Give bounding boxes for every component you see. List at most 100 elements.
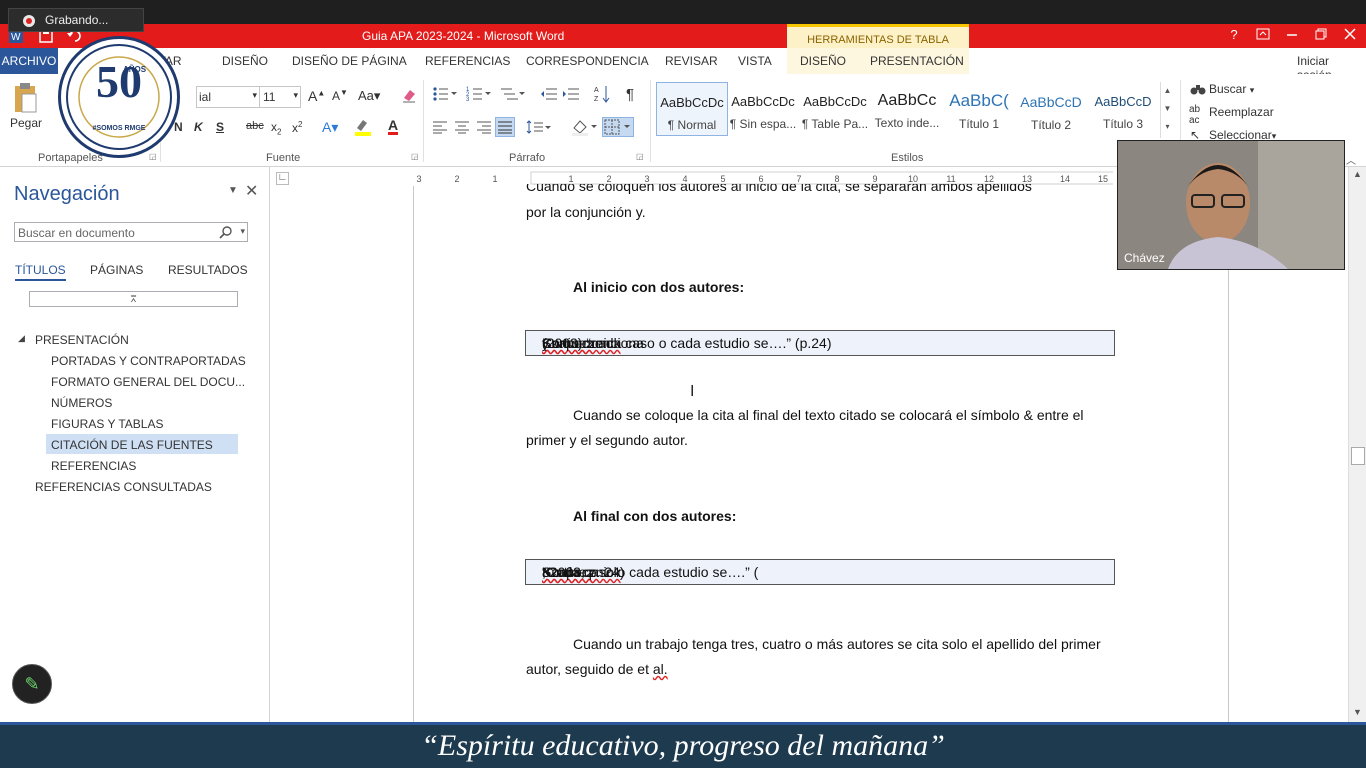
svg-text:A: A [594,87,599,94]
change-case-icon[interactable]: Aa▾ [358,88,380,104]
show-marks-icon[interactable]: ¶ [626,86,634,103]
justify-icon[interactable] [495,117,515,137]
scroll-up-icon[interactable]: ▲ [1353,169,1362,179]
nav-heading-citacion[interactable]: CITACIÓN DE LAS FUENTES [51,438,213,452]
nav-heading-figuras[interactable]: FIGURAS Y TABLAS [51,417,164,431]
tab-ctx-presentacion[interactable]: PRESENTACIÓN [870,54,964,68]
tab-paginas[interactable]: PÁGINAS [90,263,143,277]
superscript-icon[interactable]: x2 [292,120,302,135]
collapse-up-icon: ⩞ [130,294,137,304]
style-titulo-3[interactable]: AaBbCcD Título 3 [1088,82,1158,134]
title-bar: W Guia APA 2023-2024 - Microsoft Word ? [0,24,1366,48]
paste-icon[interactable] [12,82,38,117]
expand-triangle-icon[interactable]: ◢ [18,333,25,344]
participant-video[interactable]: Chávez [1117,140,1345,270]
tab-diseno[interactable]: DISEÑO [222,54,268,68]
style-texto-independiente[interactable]: AaBbCc Texto inde... [872,82,942,134]
nav-search-input[interactable]: Buscar en documento ▾ [14,222,248,242]
style-table-paragraph[interactable]: AaBbCcDc ¶ Table Pa... [800,82,870,134]
tab-selector-icon[interactable]: ∟ [276,172,289,185]
search-icon[interactable] [219,225,233,242]
tab-titulos[interactable]: TÍTULOS [15,263,66,281]
collapse-all-bar[interactable]: ⩞ [29,291,238,307]
decrease-indent-icon[interactable] [540,86,558,105]
tab-resultados[interactable]: RESULTADOS [168,263,248,277]
align-right-icon[interactable] [476,120,492,137]
restore-icon[interactable] [1308,27,1334,44]
tab-revisar[interactable]: REVISAR [665,54,718,68]
dialog-launcher-icon[interactable]: ◲ [636,152,644,161]
nav-heading-referencias[interactable]: REFERENCIAS [51,459,136,473]
motto-banner: “Espíritu educativo, progreso del mañana… [0,722,1366,768]
nav-close-icon[interactable]: ✕ [245,181,258,201]
vertical-scrollbar[interactable]: ▲ ▼ [1348,167,1366,722]
find-button[interactable]: Buscar ▾ [1209,82,1254,96]
underline-icon[interactable]: S [216,120,224,134]
navigation-pane: Navegación ▼ ✕ Buscar en documento ▾ TÍT… [0,167,270,722]
style-titulo-2[interactable]: AaBbCcD Título 2 [1016,82,1086,134]
shading-icon[interactable] [570,118,598,139]
strikethrough-icon[interactable]: abc [246,120,264,132]
align-center-icon[interactable] [454,120,470,137]
style-sin-espaciado[interactable]: AaBbCcDc ¶ Sin espa... [728,82,798,134]
increase-indent-icon[interactable] [562,86,580,105]
replace-button[interactable]: Reemplazar [1209,105,1274,119]
numbering-icon[interactable]: 123 [466,86,492,105]
minimize-icon[interactable] [1279,27,1305,44]
scroll-thumb[interactable] [1351,447,1365,465]
style-titulo-1[interactable]: AaBbC(Título 1 [944,82,1014,134]
citation-box-inicio[interactable]: Como menciona Kurtinez y Szapocznick (20… [525,330,1115,356]
chevron-down-icon: ▾ [252,90,257,100]
chevron-down-icon: ▾ [293,90,298,100]
font-color-icon[interactable]: A [388,118,399,135]
italic-icon[interactable]: K [194,120,203,134]
ruler-tick-label: 15 [1098,174,1108,184]
style-normal[interactable]: AaBbCcDc ¶ Normal [656,82,728,136]
tab-vista[interactable]: VISTA [738,54,772,68]
tab-archivo[interactable]: ARCHIVO [0,48,58,74]
tab-diseno-pagina[interactable]: DISEÑO DE PÁGINA [292,54,407,68]
collapse-ribbon-icon[interactable]: ︿ [1346,152,1356,167]
tab-referencias[interactable]: REFERENCIAS [425,54,510,68]
ribbon-display-icon[interactable] [1250,27,1276,44]
subscript-icon[interactable]: x2 [271,120,281,136]
clear-format-icon[interactable] [400,86,418,107]
ruler-tick-label: 9 [872,174,877,184]
nav-heading-presentacion[interactable]: PRESENTACIÓN [35,333,129,347]
line-spacing-icon[interactable] [526,120,552,137]
font-name-box[interactable]: ial ▾ [196,86,260,108]
horizontal-ruler[interactable]: 3 2 1 1 2 3 4 5 6 7 8 9 10 11 12 13 14 15 [413,170,1122,186]
spell-error[interactable]: al. [653,661,668,677]
font-size-box[interactable]: 11 ▾ [259,86,301,108]
tab-ctx-diseno[interactable]: DISEÑO [800,54,846,68]
ruler-tick-label: 7 [796,174,801,184]
shrink-font-icon[interactable]: A▼ [332,88,348,103]
citation-box-final[interactable]: “Cada caso o cada estudio se….” (Kurtine… [525,559,1115,585]
nav-options-icon[interactable]: ▼ [228,185,238,196]
sort-icon[interactable]: AZ [594,84,612,107]
close-icon[interactable] [1337,27,1363,44]
chevron-down-icon[interactable]: ▾ [240,226,245,237]
grow-font-icon[interactable]: A▲ [308,88,325,104]
borders-icon[interactable] [602,117,634,137]
help-button[interactable]: ? [1221,27,1247,42]
bullets-icon[interactable] [432,86,458,105]
pen-tool-button[interactable]: ✎ [12,664,52,704]
align-left-icon[interactable] [432,120,448,137]
nav-heading-portadas[interactable]: PORTADAS Y CONTRAPORTADAS [51,354,246,368]
text-effects-icon[interactable]: A▾ [322,119,338,136]
recording-indicator[interactable]: Grabando... [8,8,144,32]
nav-heading-consultadas[interactable]: REFERENCIAS CONSULTADAS [35,480,212,494]
multilevel-list-icon[interactable] [500,86,526,105]
nav-heading-numeros[interactable]: NÚMEROS [51,396,112,410]
institution-logo: 50 AÑOS #SOMOS RMGE [58,36,180,158]
page-edge-left [413,186,414,722]
styles-scroll[interactable]: ▲ ▼ ▾ [1160,82,1174,138]
ruler-tick-label: 5 [720,174,725,184]
paste-button-label[interactable]: Pegar [10,116,42,130]
scroll-down-icon[interactable]: ▼ [1353,707,1362,717]
tab-correspondencia[interactable]: CORRESPONDENCIA [526,54,649,68]
highlight-icon[interactable] [353,118,375,139]
nav-heading-formato[interactable]: FORMATO GENERAL DEL DOCU... [51,375,245,389]
dialog-launcher-icon[interactable]: ◲ [411,152,419,161]
